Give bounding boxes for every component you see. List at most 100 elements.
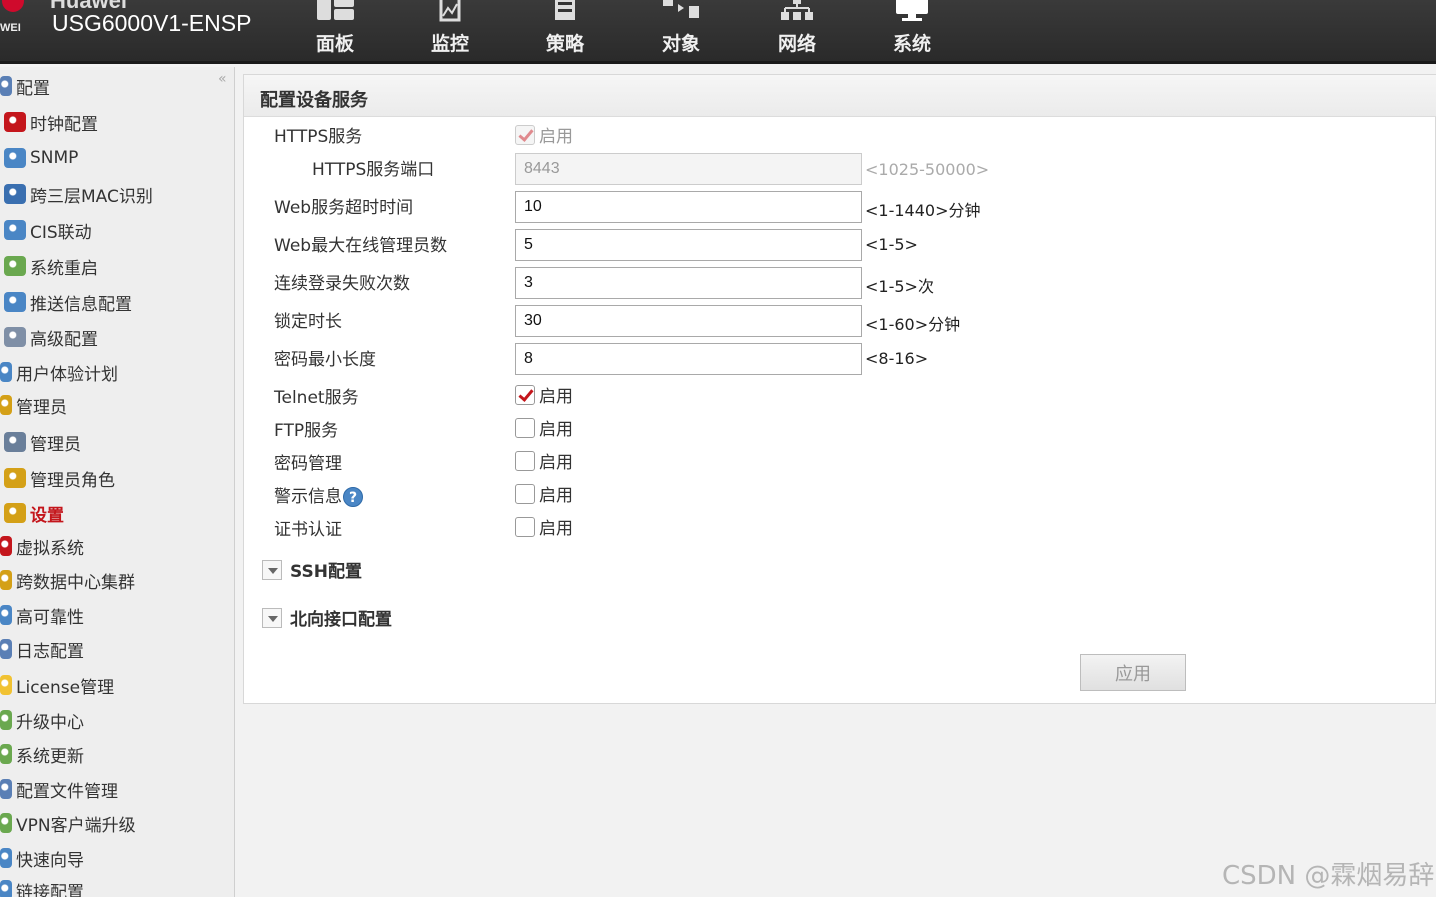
- expand-arrow-icon: [262, 607, 282, 628]
- admin-role-icon: [4, 468, 26, 488]
- wizard-icon: [0, 848, 12, 868]
- dashboard-icon: [317, 0, 354, 20]
- password-min-length-field[interactable]: 8: [515, 343, 862, 375]
- sidebar-item[interactable]: 管理员角色: [4, 463, 115, 493]
- ftp-service-checkbox[interactable]: [515, 417, 535, 438]
- https-enable-label: 启用: [539, 127, 573, 147]
- sidebar-item[interactable]: 跨三层MAC识别: [4, 179, 153, 209]
- https-port-field[interactable]: 8443: [515, 153, 862, 185]
- policy-icon: [555, 0, 575, 20]
- apply-button[interactable]: 应用: [1080, 654, 1186, 691]
- sidebar-item[interactable]: 虚拟系统: [0, 531, 84, 561]
- telnet-service-label: Telnet服务: [274, 388, 359, 408]
- help-icon[interactable]: ?: [343, 487, 363, 507]
- nav-network[interactable]: 网络: [757, 0, 837, 64]
- top-navigation-bar: WEI Huawei USG6000V1-ENSP 面板 监控 策略 对象 网络…: [0, 0, 1436, 64]
- web-max-admin-hint: <1-5>: [865, 235, 918, 254]
- network-icon: [781, 0, 813, 20]
- password-management-checkbox[interactable]: [515, 450, 535, 471]
- nav-object[interactable]: 对象: [641, 0, 721, 64]
- sidebar-item[interactable]: 配置文件管理: [0, 774, 118, 804]
- sidebar-item[interactable]: 快速向导: [0, 843, 84, 873]
- ftp-service-toggle: 启用: [515, 415, 573, 440]
- certificate-auth-checkbox[interactable]: [515, 516, 535, 537]
- huawei-brand-text: WEI: [0, 22, 21, 34]
- web-max-admin-field[interactable]: 5: [515, 229, 862, 261]
- web-timeout-field[interactable]: 10: [515, 191, 862, 223]
- sidebar-item[interactable]: 升级中心: [0, 705, 84, 735]
- license-icon: [0, 675, 12, 695]
- sidebar-item[interactable]: 高级配置: [4, 322, 98, 352]
- telnet-service-toggle: 启用: [515, 382, 573, 407]
- advanced-icon: [4, 327, 26, 347]
- sidebar-item[interactable]: 管理员: [4, 427, 81, 457]
- telnet-enable-label: 启用: [539, 387, 573, 407]
- sidebar-item[interactable]: 日志配置: [0, 634, 84, 664]
- nav-label: 系统: [892, 33, 931, 55]
- sidebar-item[interactable]: 时钟配置: [4, 107, 98, 137]
- sidebar-item-label: 推送信息配置: [30, 294, 132, 315]
- sidebar-item-label: 升级中心: [16, 712, 84, 733]
- sidebar-item-label: 快速向导: [16, 850, 84, 871]
- password-management-enable-label: 启用: [539, 453, 573, 473]
- sidebar-item[interactable]: CIS联动: [4, 215, 92, 245]
- sidebar-item-label: 时钟配置: [30, 114, 98, 135]
- sidebar-item[interactable]: SNMP: [4, 143, 78, 173]
- device-name: USG6000V1-ENSP: [52, 10, 252, 36]
- vpn-icon: [0, 813, 12, 833]
- link-icon: [0, 880, 12, 897]
- ssh-config-label: SSH配置: [290, 562, 362, 582]
- sidebar-item-label: 日志配置: [16, 641, 84, 662]
- nav-system[interactable]: 系统: [872, 0, 952, 64]
- sidebar-item[interactable]: 链接配置: [0, 875, 84, 897]
- sidebar-item[interactable]: 用户体验计划: [0, 357, 118, 387]
- sidebar-item-label: 虚拟系统: [16, 538, 84, 559]
- huawei-logo: WEI Huawei: [0, 0, 127, 64]
- https-service-checkbox[interactable]: [515, 124, 535, 145]
- telnet-service-checkbox[interactable]: [515, 384, 535, 405]
- sidebar-item[interactable]: 推送信息配置: [4, 287, 132, 317]
- virtual-system-icon: [0, 536, 12, 556]
- sidebar-item[interactable]: 跨数据中心集群: [0, 565, 135, 595]
- huawei-logo-petal: [2, 0, 24, 12]
- sidebar-item[interactable]: 配置: [0, 71, 50, 101]
- north-interface-section-toggle[interactable]: 北向接口配置: [262, 605, 392, 630]
- nav-policy[interactable]: 策略: [525, 0, 605, 64]
- sidebar-item[interactable]: VPN客户端升级: [0, 808, 136, 838]
- ftp-enable-label: 启用: [539, 420, 573, 440]
- file-icon: [0, 779, 12, 799]
- sidebar-item[interactable]: License管理: [0, 670, 114, 700]
- sidebar-item-label: 系统更新: [16, 746, 84, 767]
- sidebar-item-label: 用户体验计划: [16, 364, 118, 385]
- sidebar-item-label: 链接配置: [16, 882, 84, 897]
- https-service-toggle: 启用: [515, 122, 573, 147]
- nav-dashboard[interactable]: 面板: [295, 0, 375, 64]
- sidebar-item[interactable]: 管理员: [0, 390, 67, 420]
- sidebar-item-label: License管理: [16, 677, 115, 698]
- sidebar-item[interactable]: 系统更新: [0, 739, 84, 769]
- sidebar-item-label: 高可靠性: [16, 607, 84, 628]
- https-port-label: HTTPS服务端口: [312, 160, 435, 180]
- warning-info-checkbox[interactable]: [515, 483, 535, 504]
- web-timeout-label: Web服务超时时间: [274, 198, 414, 218]
- https-service-label: HTTPS服务: [274, 127, 363, 147]
- nav-label: 网络: [777, 33, 816, 55]
- login-fail-field[interactable]: 3: [515, 267, 862, 299]
- mac-icon: [4, 184, 26, 204]
- config-icon: [0, 76, 12, 96]
- panel-header: 配置设备服务: [244, 75, 1436, 117]
- warning-info-row: 警示信息?: [274, 482, 363, 507]
- password-min-length-label: 密码最小长度: [274, 350, 376, 370]
- sidebar-item[interactable]: 高可靠性: [0, 600, 84, 630]
- lock-duration-hint: <1-60>分钟: [865, 315, 961, 334]
- password-management-label: 密码管理: [274, 454, 342, 474]
- sidebar-item-label: 系统重启: [30, 258, 98, 279]
- sidebar-collapse-button[interactable]: «: [218, 71, 227, 87]
- lock-duration-field[interactable]: 30: [515, 305, 862, 337]
- sidebar-item[interactable]: 系统重启: [4, 251, 98, 281]
- sidebar-item-label: 设置: [30, 505, 64, 526]
- ssh-config-section-toggle[interactable]: SSH配置: [262, 557, 362, 582]
- sidebar-item[interactable]: 设置: [4, 498, 64, 528]
- nav-monitor[interactable]: 监控: [410, 0, 490, 64]
- admin-group-icon: [0, 395, 12, 415]
